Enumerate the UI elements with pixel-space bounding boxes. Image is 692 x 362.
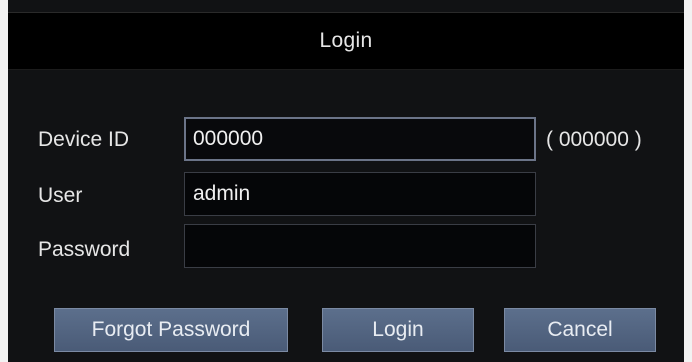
user-field[interactable]: admin (184, 172, 536, 216)
login-button[interactable]: Login (322, 308, 474, 352)
title-bar: Login (8, 12, 684, 70)
device-id-value: 000000 (193, 127, 264, 150)
user-value: admin (193, 182, 251, 205)
password-label: Password (38, 238, 131, 261)
forgot-password-button[interactable]: Forgot Password (54, 308, 288, 352)
user-label: User (38, 184, 83, 207)
device-id-hint: ( 000000 ) (546, 128, 642, 151)
cancel-button[interactable]: Cancel (504, 308, 656, 352)
dialog-title: Login (319, 29, 373, 52)
device-id-label: Device ID (38, 128, 130, 151)
login-dialog: Login Device ID 000000 ( 000000 ) User a… (0, 0, 692, 362)
password-field[interactable] (184, 224, 536, 268)
device-id-field[interactable]: 000000 (184, 117, 536, 161)
